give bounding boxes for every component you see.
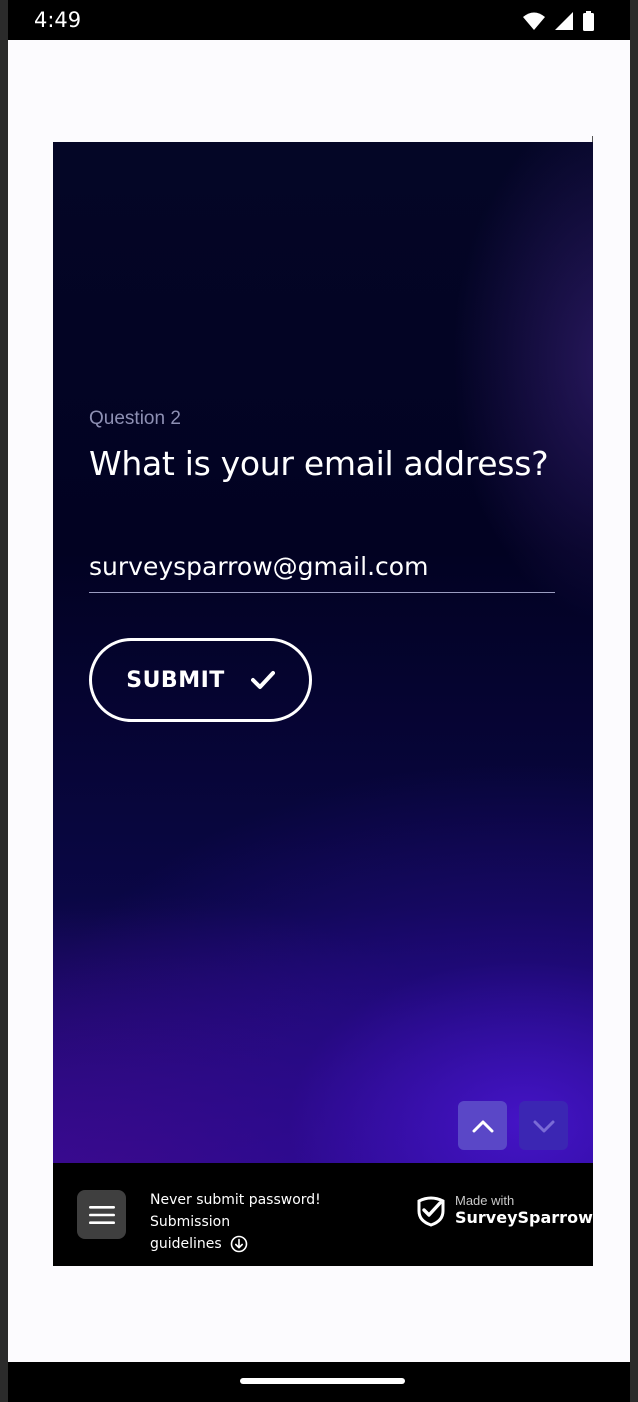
app-screen: Question 2 What is your email address? S… — [8, 40, 630, 1362]
wifi-icon — [523, 12, 545, 30]
notice-text: Never submit password! Submission — [150, 1192, 321, 1230]
surveysparrow-logo-icon — [417, 1196, 445, 1227]
question-number: Question 2 — [89, 408, 181, 429]
checkmark-icon — [250, 671, 275, 689]
brand-name: SurveySparrow — [455, 1208, 593, 1227]
surveysparrow-brand[interactable]: Made with SurveySparrow — [415, 1193, 593, 1227]
status-bar: 4:49 — [8, 0, 630, 40]
survey-panel: Question 2 What is your email address? S… — [53, 142, 593, 1163]
download-icon — [230, 1235, 248, 1253]
submit-button[interactable]: SUBMIT — [89, 638, 312, 722]
made-with-label: Made with — [455, 1193, 515, 1208]
submit-label: SUBMIT — [126, 667, 225, 693]
status-icons — [523, 11, 594, 31]
guidelines-link[interactable]: guidelines — [150, 1233, 248, 1255]
survey-footer: Never submit password! Submission guidel… — [53, 1163, 593, 1266]
signal-icon — [555, 12, 573, 30]
question-title: What is your email address? — [89, 444, 549, 483]
home-gesture-bar[interactable] — [240, 1378, 405, 1384]
guidelines-label: guidelines — [150, 1236, 222, 1252]
battery-icon — [583, 11, 594, 31]
system-nav-bar — [8, 1362, 630, 1402]
status-time: 4:49 — [34, 8, 82, 32]
brand-text: Made with SurveySparrow — [455, 1193, 593, 1227]
email-field[interactable] — [89, 540, 555, 593]
password-notice: Never submit password! Submission guidel… — [150, 1189, 395, 1255]
previous-question-button[interactable] — [458, 1101, 507, 1150]
hamburger-icon — [88, 1205, 115, 1224]
next-question-button[interactable] — [519, 1101, 568, 1150]
chevron-up-icon — [472, 1120, 493, 1132]
menu-button[interactable] — [77, 1190, 126, 1239]
chevron-down-icon — [533, 1120, 554, 1132]
